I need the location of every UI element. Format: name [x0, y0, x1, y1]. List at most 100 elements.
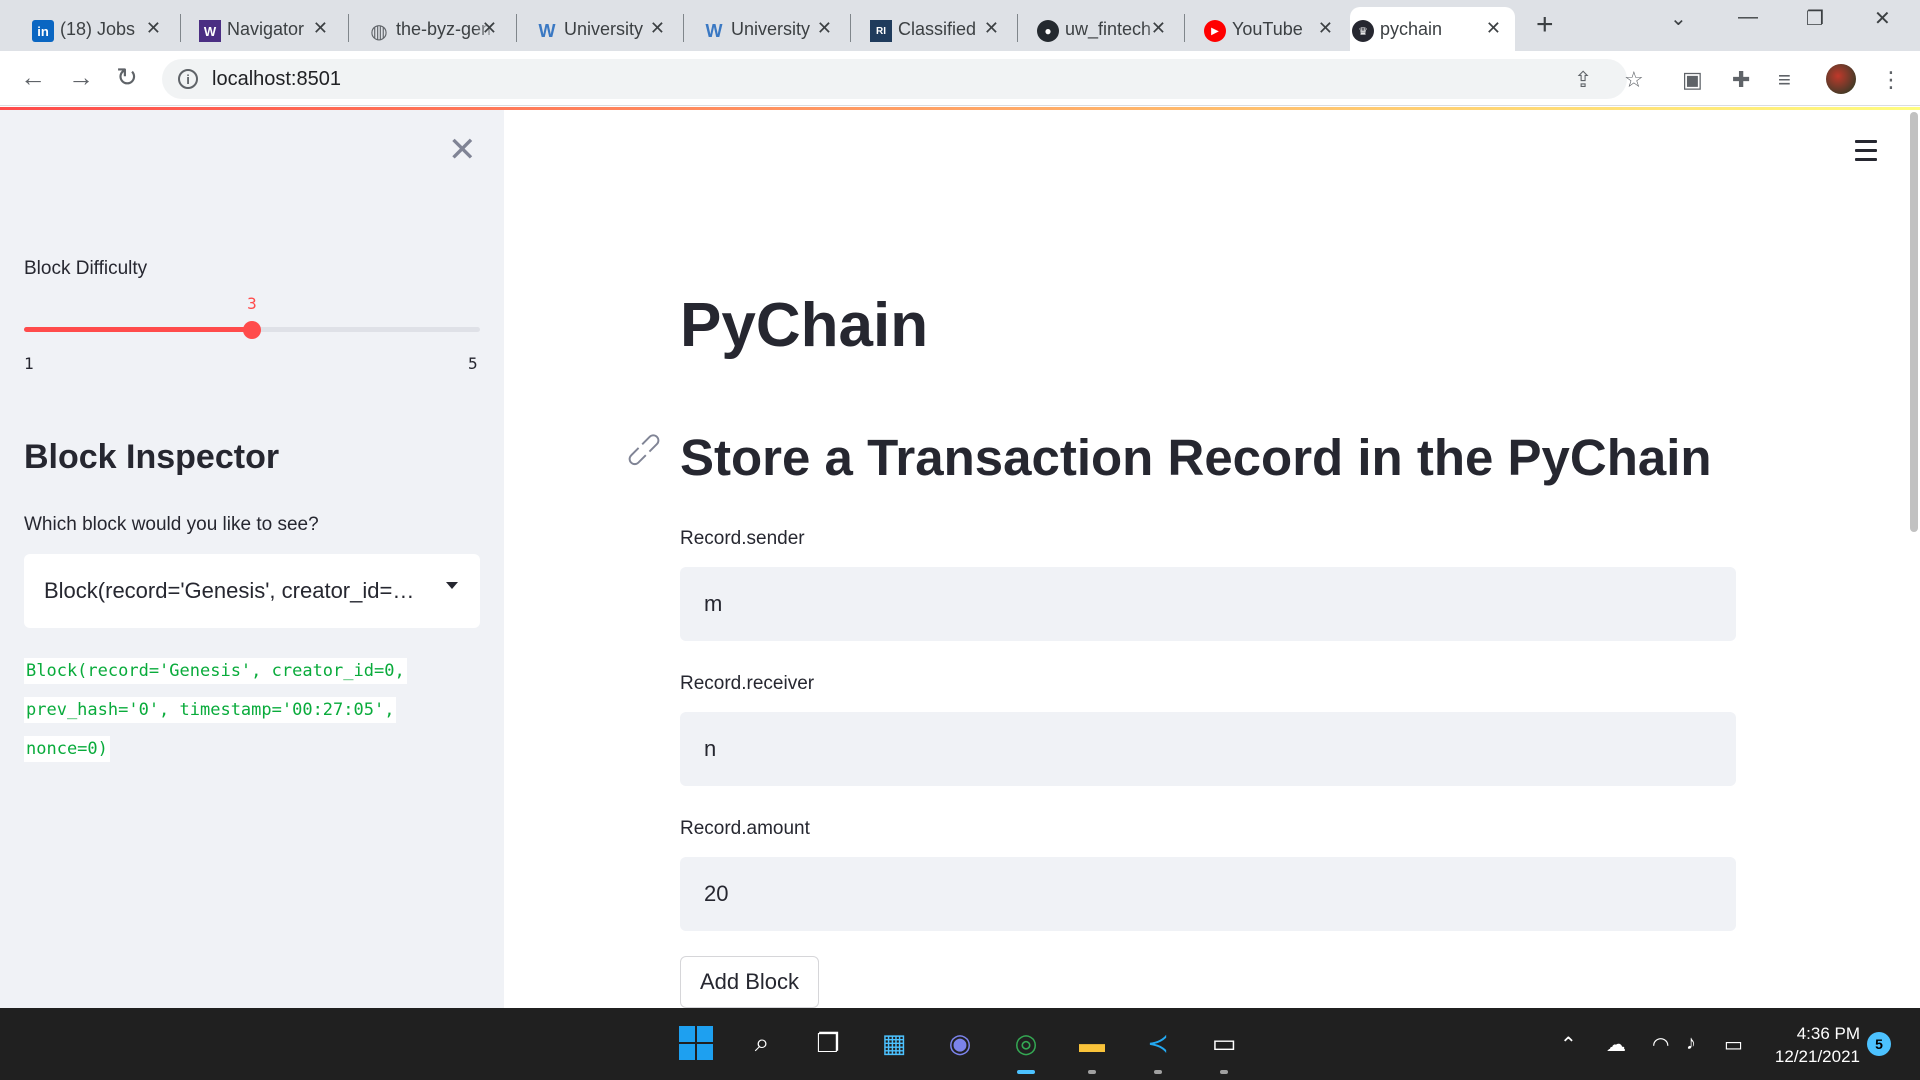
- tab-separator: [1017, 14, 1018, 42]
- w-icon: W: [538, 20, 556, 41]
- back-arrow-icon[interactable]: ←: [20, 62, 46, 93]
- streamlit-icon: ♛: [1352, 20, 1374, 42]
- address-bar[interactable]: i localhost:8501 ⇪ ☆: [162, 59, 1644, 99]
- taskbar-clock[interactable]: 4:36 PM 12/21/2021: [1770, 1022, 1860, 1068]
- windows-start-icon[interactable]: [676, 1023, 716, 1063]
- receiver-input[interactable]: n: [680, 712, 1736, 786]
- tab-close-icon[interactable]: ✕: [650, 18, 665, 39]
- w-icon: W: [705, 20, 723, 41]
- tab-linkedin-jobs[interactable]: in (18) Jobs ✕: [30, 7, 175, 51]
- tab-separator: [683, 14, 684, 42]
- anchor-link-icon[interactable]: ⊂⊃: [617, 423, 670, 476]
- forward-arrow-icon[interactable]: →: [68, 62, 94, 93]
- volume-icon[interactable]: ♪: [1686, 1032, 1696, 1055]
- minimize-icon[interactable]: —: [1738, 6, 1758, 29]
- browser-tab-strip: in (18) Jobs ✕ W Navigator ✕ ◍ the-byz-g…: [0, 0, 1920, 51]
- tab-separator: [180, 14, 181, 42]
- reload-icon[interactable]: ↻: [116, 62, 138, 93]
- windows-taskbar: ⌕ ❐ ▦ ◉ ◎ ▬ ≺ ▭ ⌃ ☁ ◠ ♪ ▭ 4:36 PM 12/21/…: [0, 1008, 1920, 1080]
- slider-label: Block Difficulty: [24, 258, 148, 279]
- select-label: Which block would you like to see?: [24, 514, 319, 535]
- running-indicator: [1154, 1070, 1162, 1074]
- tab-close-icon[interactable]: ✕: [146, 18, 161, 39]
- site-info-icon[interactable]: i: [178, 69, 198, 89]
- amount-input[interactable]: 20: [680, 857, 1736, 931]
- block-code-line: prev_hash='0', timestamp='00:27:05',: [24, 697, 397, 723]
- amount-label: Record.amount: [680, 818, 810, 839]
- share-icon[interactable]: ⇪: [1574, 67, 1592, 93]
- linkedin-icon: in: [32, 20, 54, 42]
- more-menu-icon[interactable]: ⋮: [1880, 67, 1902, 93]
- classified-icon: RI: [870, 20, 892, 42]
- running-indicator: [1220, 1070, 1228, 1074]
- wifi-icon[interactable]: ◠: [1652, 1032, 1669, 1057]
- notification-badge[interactable]: 5: [1867, 1032, 1891, 1056]
- tab-close-icon[interactable]: ✕: [984, 18, 999, 39]
- block-code-line: Block(record='Genesis', creator_id=0,: [24, 658, 407, 684]
- sidebar: ✕ Block Difficulty 3 1 5 Block Inspector…: [0, 110, 504, 1008]
- youtube-icon: ▶: [1204, 20, 1226, 42]
- block-select-value: Block(record='Genesis', creator_id=0, pr…: [44, 578, 424, 603]
- widgets-icon[interactable]: ▦: [874, 1023, 914, 1063]
- sidebar-close-icon[interactable]: ✕: [448, 130, 477, 170]
- slider-thumb[interactable]: [243, 321, 261, 339]
- browser-toolbar: ← → ↻ i localhost:8501 ⇪ ☆ ▣ ✚ ≡ ⋮: [0, 51, 1920, 106]
- task-view-icon[interactable]: ❐: [808, 1023, 848, 1063]
- tab-pychain[interactable]: ♛ pychain ✕: [1350, 7, 1515, 51]
- sender-label: Record.sender: [680, 528, 805, 549]
- slider-current-value: 3: [247, 294, 257, 313]
- tab-close-icon[interactable]: ✕: [1318, 18, 1333, 39]
- new-tab-plus-icon[interactable]: +: [1536, 8, 1554, 42]
- profile-avatar[interactable]: [1826, 64, 1856, 94]
- window-close-icon[interactable]: ✕: [1874, 6, 1891, 31]
- slider-fill: [24, 327, 252, 332]
- running-indicator: [1017, 1070, 1035, 1074]
- bookmark-star-icon[interactable]: ☆: [1624, 67, 1644, 93]
- tab-byz-gen[interactable]: ◍ the-byz-gen ✕: [366, 7, 511, 51]
- main-menu-icon[interactable]: [1855, 140, 1877, 167]
- page-scrollbar[interactable]: [1910, 112, 1918, 532]
- block-select[interactable]: Block(record='Genesis', creator_id=0, pr…: [24, 554, 480, 628]
- vscode-icon[interactable]: ≺: [1138, 1023, 1178, 1063]
- sender-input[interactable]: m: [680, 567, 1736, 641]
- uw-w-icon: W: [199, 20, 221, 42]
- globe-icon: ◍: [370, 20, 388, 43]
- block-code-line: nonce=0): [24, 736, 110, 762]
- extensions-puzzle-icon[interactable]: ✚: [1732, 67, 1750, 93]
- running-indicator: [1088, 1070, 1096, 1074]
- slider-min-label: 1: [24, 354, 34, 373]
- clock-time: 4:36 PM: [1796, 1024, 1860, 1043]
- tab-close-icon[interactable]: ✕: [313, 18, 328, 39]
- media-queue-icon[interactable]: ≡: [1778, 67, 1791, 93]
- teams-chat-icon[interactable]: ◉: [940, 1023, 980, 1063]
- tab-classified[interactable]: RI Classified ✕: [868, 7, 1013, 51]
- chrome-icon[interactable]: ◎: [1006, 1023, 1046, 1063]
- tab-youtube[interactable]: ▶ YouTube ✕: [1202, 7, 1347, 51]
- receiver-label: Record.receiver: [680, 673, 815, 694]
- tab-navigator[interactable]: W Navigator ✕: [197, 7, 342, 51]
- onedrive-cloud-icon[interactable]: ☁: [1606, 1032, 1626, 1057]
- terminal-icon[interactable]: ▭: [1204, 1023, 1244, 1063]
- block-difficulty-slider[interactable]: [24, 321, 480, 339]
- tab-close-icon[interactable]: ✕: [482, 18, 497, 39]
- extension-app-icon[interactable]: ▣: [1682, 67, 1703, 93]
- url-text: localhost:8501: [212, 67, 341, 90]
- block-inspector-heading: Block Inspector: [24, 438, 280, 476]
- tab-close-icon[interactable]: ✕: [1486, 18, 1501, 39]
- restore-icon[interactable]: ❐: [1806, 6, 1824, 31]
- tab-close-icon[interactable]: ✕: [817, 18, 832, 39]
- tray-overflow-chevron-icon[interactable]: ⌃: [1560, 1032, 1577, 1057]
- tab-separator: [1184, 14, 1185, 42]
- battery-icon[interactable]: ▭: [1724, 1032, 1743, 1057]
- tab-university-2[interactable]: W University ✕: [701, 7, 846, 51]
- tab-github-uw-fintech[interactable]: ● uw_fintech ✕: [1035, 7, 1180, 51]
- file-explorer-icon[interactable]: ▬: [1072, 1023, 1112, 1063]
- tab-close-icon[interactable]: ✕: [1151, 18, 1166, 39]
- add-block-button[interactable]: Add Block: [680, 956, 819, 1008]
- github-icon: ●: [1037, 20, 1059, 42]
- tab-university-1[interactable]: W University ✕: [534, 7, 679, 51]
- slider-max-label: 5: [468, 354, 478, 373]
- tab-search-chevron-icon[interactable]: ⌄: [1670, 6, 1687, 31]
- search-icon[interactable]: ⌕: [742, 1023, 782, 1063]
- tab-separator: [516, 14, 517, 42]
